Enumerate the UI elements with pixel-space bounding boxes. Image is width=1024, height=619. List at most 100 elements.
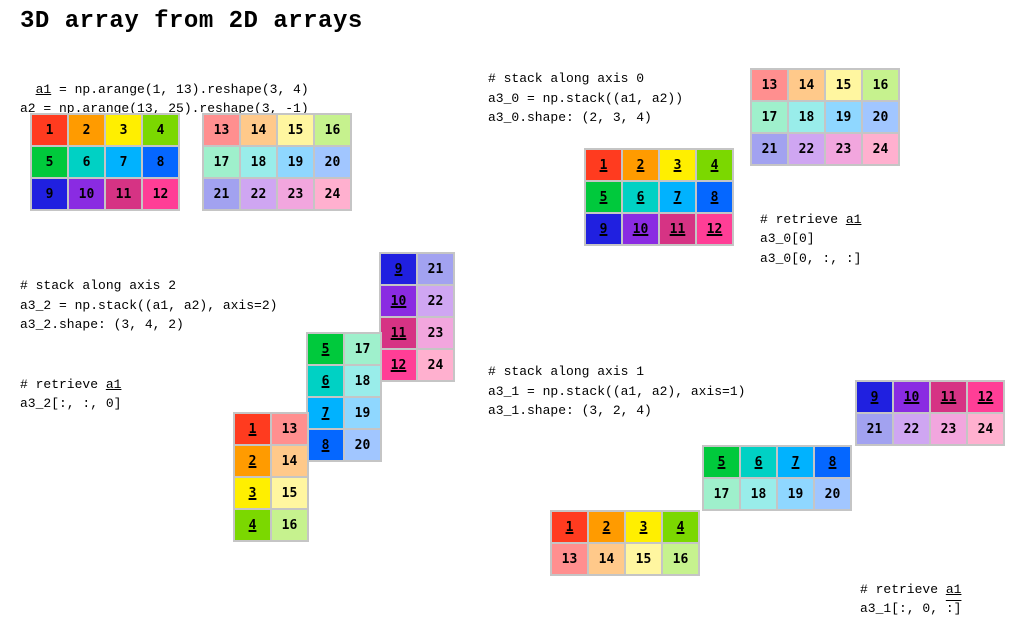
- cell: 10: [381, 286, 416, 316]
- cell: 5: [32, 147, 67, 177]
- cell: 9: [857, 382, 892, 412]
- cell: 23: [418, 318, 453, 348]
- cell: 21: [752, 134, 787, 164]
- cell: 11: [660, 214, 695, 244]
- cell: 21: [418, 254, 453, 284]
- grid-ax0-back: 13141516 17181920 21222324: [750, 68, 900, 166]
- cell: 17: [204, 147, 239, 177]
- cell: 19: [778, 479, 813, 509]
- grid-a1: 123456789101112: [30, 113, 180, 211]
- cell: 19: [826, 102, 861, 132]
- cell: 14: [589, 544, 624, 574]
- cell: 24: [968, 414, 1003, 444]
- cell: 21: [204, 179, 239, 209]
- cell: 20: [345, 430, 380, 460]
- cell: 13: [552, 544, 587, 574]
- cell: 12: [381, 350, 416, 380]
- cell: 8: [697, 182, 732, 212]
- cell: 23: [826, 134, 861, 164]
- cell: 7: [660, 182, 695, 212]
- cell: 16: [315, 115, 350, 145]
- cell: 23: [278, 179, 313, 209]
- code-stack2: # stack along axis 2 a3_2 = np.stack((a1…: [20, 276, 277, 335]
- code-stack1: # stack along axis 1 a3_1 = np.stack((a1…: [488, 362, 745, 421]
- cell: 4: [663, 512, 698, 542]
- cell: 4: [697, 150, 732, 180]
- cell: 9: [32, 179, 67, 209]
- cell: 24: [863, 134, 898, 164]
- cell: 16: [272, 510, 307, 540]
- cell: 11: [106, 179, 141, 209]
- cell: 16: [663, 544, 698, 574]
- cell: 18: [345, 366, 380, 396]
- grid-ax1-slab2: 910111221222324: [855, 380, 1005, 446]
- cell: 22: [418, 286, 453, 316]
- grid-a2: 131415161718192021222324: [202, 113, 352, 211]
- cell: 13: [204, 115, 239, 145]
- cell: 22: [894, 414, 929, 444]
- cell: 7: [106, 147, 141, 177]
- cell: 15: [826, 70, 861, 100]
- cell: 6: [308, 366, 343, 396]
- cell: 15: [272, 478, 307, 508]
- code-retrieve1: # retrieve a1 a3_1[:, 0, :]: [860, 560, 961, 619]
- cell: 10: [894, 382, 929, 412]
- cell: 8: [815, 447, 850, 477]
- cell: 16: [863, 70, 898, 100]
- cell: 10: [69, 179, 104, 209]
- grid-ax2-slab1: 517618719820: [306, 332, 382, 462]
- cell: 7: [308, 398, 343, 428]
- cell: 1: [235, 414, 270, 444]
- code-defs: a1 = np.arange(1, 13).reshape(3, 4) a2 =…: [20, 60, 309, 119]
- cell: 24: [418, 350, 453, 380]
- cell: 6: [623, 182, 658, 212]
- cell: 5: [308, 334, 343, 364]
- page-title: 3D array from 2D arrays: [20, 8, 363, 35]
- cell: 18: [741, 479, 776, 509]
- cell: 12: [968, 382, 1003, 412]
- cell: 3: [626, 512, 661, 542]
- cell: 19: [278, 147, 313, 177]
- cell: 2: [69, 115, 104, 145]
- cell: 20: [815, 479, 850, 509]
- cell: 5: [704, 447, 739, 477]
- cell: 11: [931, 382, 966, 412]
- code-retrieve2: # retrieve a1 a3_2[:, :, 0]: [20, 355, 121, 414]
- cell: 17: [704, 479, 739, 509]
- cell: 8: [143, 147, 178, 177]
- cell: 8: [308, 430, 343, 460]
- cell: 22: [241, 179, 276, 209]
- cell: 14: [272, 446, 307, 476]
- cell: 14: [241, 115, 276, 145]
- code-stack0: # stack along axis 0 a3_0 = np.stack((a1…: [488, 69, 683, 128]
- cell: 1: [32, 115, 67, 145]
- cell: 18: [789, 102, 824, 132]
- grid-ax2-slab2: 921102211231224: [379, 252, 455, 382]
- cell: 19: [345, 398, 380, 428]
- cell: 4: [143, 115, 178, 145]
- code-retrieve0: # retrieve a1 a3_0[0] a3_0[0, :, :]: [760, 190, 861, 268]
- cell: 22: [789, 134, 824, 164]
- cell: 13: [752, 70, 787, 100]
- cell: 1: [552, 512, 587, 542]
- cell: 12: [143, 179, 178, 209]
- cell: 20: [863, 102, 898, 132]
- cell: 14: [789, 70, 824, 100]
- cell: 18: [241, 147, 276, 177]
- cell: 6: [741, 447, 776, 477]
- cell: 11: [381, 318, 416, 348]
- cell: 3: [660, 150, 695, 180]
- cell: 15: [626, 544, 661, 574]
- cell: 6: [69, 147, 104, 177]
- grid-ax0-front: 123456789101112: [584, 148, 734, 246]
- cell: 5: [586, 182, 621, 212]
- cell: 13: [272, 414, 307, 444]
- cell: 2: [623, 150, 658, 180]
- grid-ax2-slab0: 113214315416: [233, 412, 309, 542]
- cell: 10: [623, 214, 658, 244]
- cell: 9: [586, 214, 621, 244]
- cell: 7: [778, 447, 813, 477]
- cell: 24: [315, 179, 350, 209]
- cell: 17: [752, 102, 787, 132]
- cell: 4: [235, 510, 270, 540]
